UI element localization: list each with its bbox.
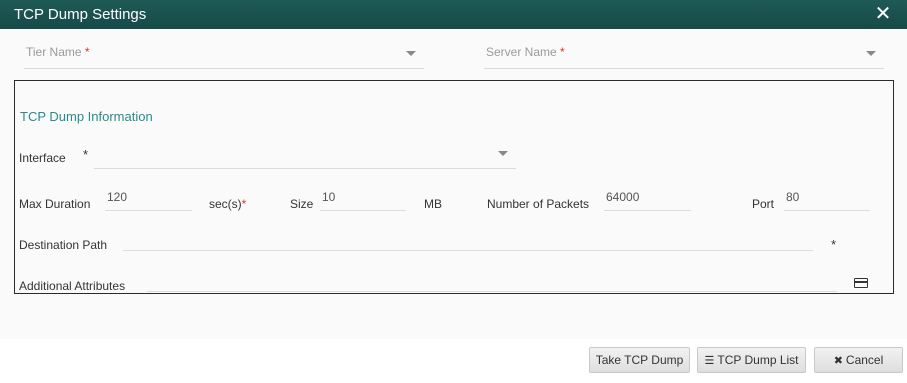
- chevron-down-icon: [866, 51, 876, 56]
- additional-attributes-label: Additional Attributes: [19, 279, 126, 293]
- server-name-placeholder: Server Name *: [486, 45, 565, 59]
- card-icon[interactable]: [854, 278, 868, 288]
- server-name-select[interactable]: Server Name *: [484, 33, 884, 69]
- size-label: Size: [290, 197, 314, 211]
- duration-unit-text: sec(s): [209, 197, 242, 211]
- interface-label: Interface: [19, 151, 66, 165]
- tier-name-label: Tier Name: [26, 45, 82, 59]
- size-input[interactable]: 10: [320, 189, 406, 211]
- port-label: Port: [752, 197, 775, 211]
- packets-input[interactable]: 64000: [604, 189, 691, 211]
- interface-select[interactable]: [94, 133, 516, 169]
- close-icon[interactable]: ✕: [873, 4, 893, 24]
- max-duration-label: Max Duration: [19, 197, 91, 211]
- server-name-label: Server Name: [486, 45, 557, 59]
- cancel-button[interactable]: ✖ Cancel: [814, 347, 903, 373]
- tcp-dump-list-button[interactable]: ☰ TCP Dump List: [697, 347, 806, 373]
- dialog-title: TCP Dump Settings: [14, 6, 147, 23]
- size-unit: MB: [424, 197, 442, 211]
- chevron-down-icon: [406, 51, 416, 56]
- tier-name-placeholder: Tier Name *: [26, 45, 90, 59]
- tier-name-select[interactable]: Tier Name *: [24, 33, 424, 69]
- section-legend: TCP Dump Information: [18, 109, 155, 124]
- list-icon: ☰: [704, 355, 715, 367]
- packets-label: Number of Packets: [487, 197, 590, 211]
- cancel-label: Cancel: [845, 353, 884, 367]
- dialog-titlebar: TCP Dump Settings ✕: [0, 0, 907, 29]
- port-input[interactable]: 80: [784, 189, 870, 211]
- destination-path-label: Destination Path: [19, 238, 108, 252]
- max-duration-input[interactable]: 120: [105, 189, 192, 211]
- additional-attributes-input[interactable]: [147, 270, 837, 292]
- destination-path-input[interactable]: [123, 229, 813, 251]
- required-asterisk: *: [831, 237, 837, 252]
- take-tcp-dump-button[interactable]: Take TCP Dump: [589, 347, 690, 373]
- close-icon: ✖: [833, 355, 843, 367]
- required-asterisk: *: [241, 197, 247, 211]
- chevron-down-icon: [498, 151, 508, 156]
- tcp-dump-list-label: TCP Dump List: [717, 353, 799, 367]
- duration-unit: sec(s)*: [209, 197, 246, 211]
- required-asterisk: *: [560, 45, 565, 59]
- required-asterisk: *: [83, 147, 89, 162]
- required-asterisk: *: [84, 45, 90, 59]
